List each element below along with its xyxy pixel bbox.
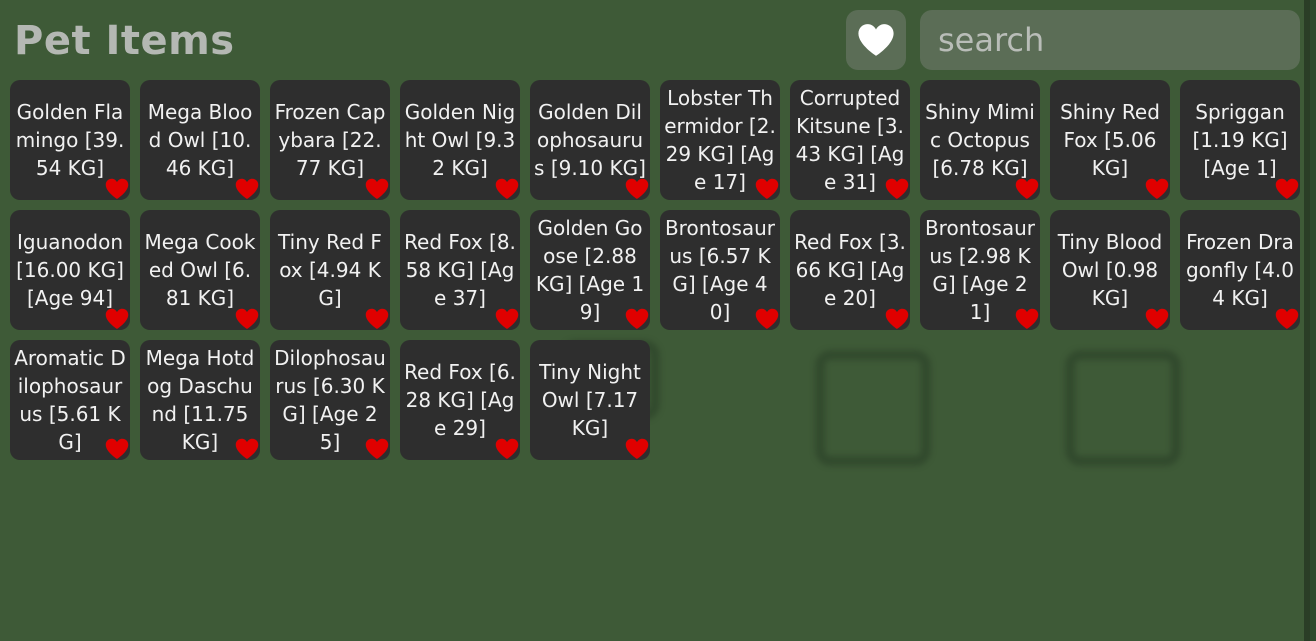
favorite-heart-icon[interactable] [365,308,389,330]
pet-item-card[interactable]: Tiny Blood Owl [0.98 KG] [1050,210,1170,330]
pet-item-card[interactable]: Tiny Night Owl [7.17 KG] [530,340,650,460]
pet-item-card[interactable]: Frozen Capybara [22.77 KG] [270,80,390,200]
favorite-heart-icon[interactable] [1275,308,1299,330]
pet-item-card[interactable]: Golden Dilophosaurus [9.10 KG] [530,80,650,200]
favorite-heart-icon[interactable] [1145,178,1169,200]
favorite-heart-icon[interactable] [495,438,519,460]
pet-item-card[interactable]: Red Fox [8.58 KG] [Age 37] [400,210,520,330]
favorite-heart-icon[interactable] [885,308,909,330]
pet-item-label: Golden Flamingo [39.54 KG] [15,100,125,180]
pet-item-card[interactable]: Iguanodon [16.00 KG] [Age 94] [10,210,130,330]
favorite-heart-icon[interactable] [105,308,129,330]
pet-item-card[interactable]: Shiny Red Fox [5.06 KG] [1050,80,1170,200]
favorites-filter-button[interactable] [846,10,906,70]
pet-item-card[interactable]: Aromatic Dilophosaurus [5.61 KG] [10,340,130,460]
item-grid: Golden Flamingo [39.54 KG] Mega Blood Owl… [10,80,1300,460]
favorite-heart-icon[interactable] [365,438,389,460]
pet-item-label: Mega Blood Owl [10.46 KG] [147,100,253,180]
pet-item-card[interactable]: Lobster Thermidor [2.29 KG] [Age 17] [660,80,780,200]
favorite-heart-icon[interactable] [1015,308,1039,330]
favorite-heart-icon[interactable] [1145,308,1169,330]
heart-icon [858,24,894,56]
pet-item-card[interactable]: Shiny Mimic Octopus [6.78 KG] [920,80,1040,200]
pet-item-card[interactable]: Mega Hotdog Daschund [11.75 KG] [140,340,260,460]
page-title: Pet Items [14,18,235,64]
favorite-heart-icon[interactable] [1015,178,1039,200]
pet-item-card[interactable]: Brontosaurus [6.57 KG] [Age 40] [660,210,780,330]
favorite-heart-icon[interactable] [625,438,649,460]
pet-item-label: Red Fox [8.58 KG] [Age 37] [404,230,516,310]
pet-item-card[interactable]: Dilophosaurus [6.30 KG] [Age 25] [270,340,390,460]
pet-item-label: Frozen Capybara [22.77 KG] [274,100,386,180]
pet-item-label: Tiny Red Fox [4.94 KG] [278,230,382,310]
pet-item-label: Iguanodon [16.00 KG] [Age 94] [16,230,124,310]
pet-item-label: Shiny Mimic Octopus [6.78 KG] [925,100,1035,180]
pet-item-card[interactable]: Frozen Dragonfly [4.04 KG] [1180,210,1300,330]
pet-item-card[interactable]: Brontosaurus [2.98 KG] [Age 21] [920,210,1040,330]
favorite-heart-icon[interactable] [625,178,649,200]
favorite-heart-icon[interactable] [625,308,649,330]
pet-item-label: Golden Dilophosaurus [9.10 KG] [534,100,646,180]
pet-item-label: Mega Cooked Owl [6.81 KG] [144,230,256,310]
pet-item-card[interactable]: Tiny Red Fox [4.94 KG] [270,210,390,330]
favorite-heart-icon[interactable] [235,178,259,200]
pet-item-label: Tiny Blood Owl [0.98 KG] [1057,230,1163,310]
pet-item-card[interactable]: Mega Cooked Owl [6.81 KG] [140,210,260,330]
pet-item-card[interactable]: Corrupted Kitsune [3.43 KG] [Age 31] [790,80,910,200]
favorite-heart-icon[interactable] [885,178,909,200]
favorite-heart-icon[interactable] [495,308,519,330]
pet-item-card[interactable]: Red Fox [6.28 KG] [Age 29] [400,340,520,460]
pet-item-card[interactable]: Mega Blood Owl [10.46 KG] [140,80,260,200]
favorite-heart-icon[interactable] [495,178,519,200]
favorite-heart-icon[interactable] [235,308,259,330]
favorite-heart-icon[interactable] [105,178,129,200]
pet-item-label: Red Fox [6.28 KG] [Age 29] [404,360,516,440]
favorite-heart-icon[interactable] [1275,178,1299,200]
pet-item-label: Tiny Night Owl [7.17 KG] [539,360,641,440]
favorite-heart-icon[interactable] [365,178,389,200]
favorite-heart-icon[interactable] [755,308,779,330]
pet-item-label: Frozen Dragonfly [4.04 KG] [1185,230,1294,310]
search-bar[interactable] [920,10,1300,70]
favorite-heart-icon[interactable] [755,178,779,200]
pet-item-card[interactable]: Red Fox [3.66 KG] [Age 20] [790,210,910,330]
pet-item-card[interactable]: Golden Goose [2.88 KG] [Age 19] [530,210,650,330]
search-input[interactable] [936,20,1284,60]
pet-item-label: Shiny Red Fox [5.06 KG] [1060,100,1160,180]
pet-item-label: Spriggan [1.19 KG] [Age 1] [1192,100,1288,180]
favorite-heart-icon[interactable] [235,438,259,460]
pet-item-label: Red Fox [3.66 KG] [Age 20] [794,230,906,310]
pet-item-label: Golden Night Owl [9.32 KG] [404,100,516,180]
pet-item-card[interactable]: Spriggan [1.19 KG] [Age 1] [1180,80,1300,200]
pet-items-panel: Pet Items Golden Flamingo [39.54 KG]Mega… [0,0,1310,641]
pet-item-card[interactable]: Golden Night Owl [9.32 KG] [400,80,520,200]
favorite-heart-icon[interactable] [105,438,129,460]
pet-item-card[interactable]: Golden Flamingo [39.54 KG] [10,80,130,200]
